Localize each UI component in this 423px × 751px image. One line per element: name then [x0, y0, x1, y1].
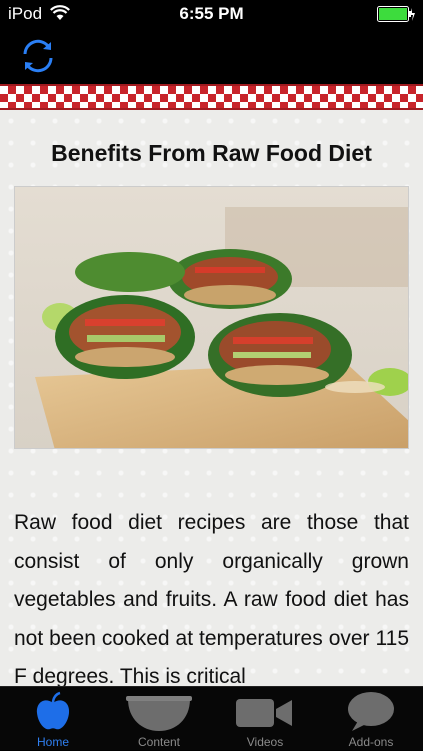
nav-bar [0, 28, 423, 84]
tab-bar: Home Content Videos Add-ons [0, 686, 423, 750]
video-camera-icon [236, 699, 292, 727]
tab-addons-label: Add-ons [348, 735, 394, 749]
tab-videos-label: Videos [246, 735, 284, 749]
tab-addons[interactable]: Add-ons [318, 687, 423, 751]
checkered-divider [0, 84, 423, 110]
tab-videos[interactable]: Videos [212, 687, 318, 751]
bowl-icon [126, 696, 192, 731]
article-body: Raw food diet recipes are those that con… [14, 511, 409, 686]
status-time: 6:55 PM [179, 4, 244, 23]
refresh-icon [23, 39, 53, 73]
article-hero-image [14, 186, 409, 449]
battery-charging-icon [377, 6, 415, 27]
tab-home[interactable]: Home [0, 687, 106, 751]
tab-content-label: Content [137, 735, 181, 749]
refresh-button[interactable] [18, 36, 58, 76]
tab-home-label: Home [36, 735, 69, 749]
content-area[interactable]: Benefits From Raw Food Diet Raw food die… [0, 110, 423, 686]
speech-bubble-icon [348, 692, 394, 731]
apple-icon [36, 691, 70, 730]
tab-content[interactable]: Content [106, 687, 212, 751]
status-bar: iPod 6:55 PM [0, 0, 423, 28]
article-title: Benefits From Raw Food Diet [51, 140, 372, 166]
